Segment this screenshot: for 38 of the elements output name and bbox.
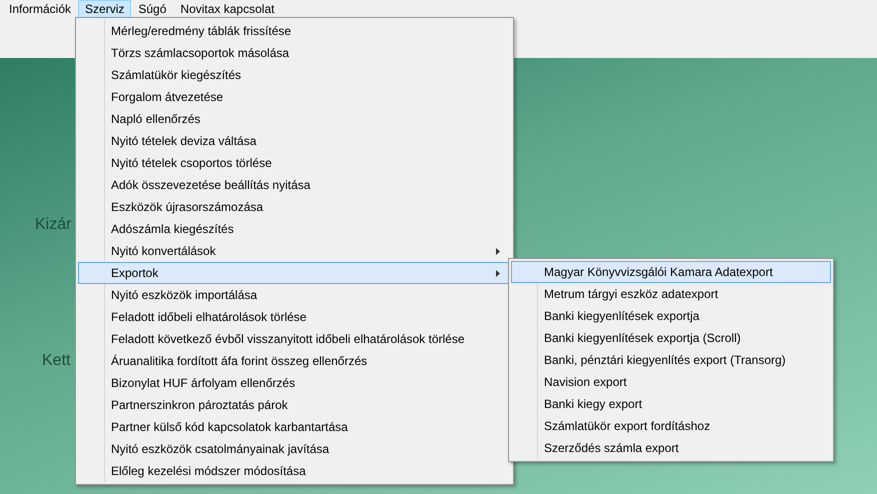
menu-item[interactable]: Nyitó eszközök csatolmányainak javítása <box>78 438 511 460</box>
menu-item[interactable]: Napló ellenőrzés <box>78 108 511 130</box>
menu-item[interactable]: Törzs számlacsoportok másolása <box>78 42 511 64</box>
menu-item[interactable]: Navision export <box>511 371 831 393</box>
menu-item[interactable]: Banki kiegy export <box>511 393 831 415</box>
menu-item[interactable]: Szerződés számla export <box>511 437 831 459</box>
menu-item[interactable]: Számlatükör export fordításhoz <box>511 415 831 437</box>
menu-item[interactable]: Számlatükör kiegészítés <box>78 64 511 86</box>
menu-bar-item[interactable]: Szerviz <box>78 0 132 18</box>
menu-item[interactable]: Áruanalitika fordított áfa forint összeg ellenőrzés <box>78 350 511 372</box>
submenu-arrow-icon <box>496 248 500 255</box>
menu-item[interactable]: Partnerszinkron pároztatás párok <box>78 394 511 416</box>
menu-bar-item[interactable]: Novitax kapcsolat <box>173 0 282 18</box>
menu-item[interactable]: Előleg kezelési módszer módosítása <box>78 460 511 482</box>
menu-bar-item[interactable]: Súgó <box>131 0 174 18</box>
form-label: Kizár <box>35 216 72 234</box>
menu-item[interactable]: Banki, pénztári kiegyenlítés export (Transorg) <box>511 349 831 371</box>
menu-item[interactable]: Banki kiegyenlítések exportja (Scroll) <box>511 327 831 349</box>
menu-item[interactable]: Feladott időbeli elhatárolások törlése <box>78 306 511 328</box>
menu-item[interactable]: Partner külső kód kapcsolatok karbantartása <box>78 416 511 438</box>
menu-item[interactable]: Banki kiegyenlítések exportja <box>511 305 831 327</box>
submenu-arrow-icon <box>496 270 500 277</box>
menu-item[interactable]: Magyar Könyvvizsgálói Kamara Adatexport <box>511 261 831 283</box>
menu-bar-item[interactable]: Információk <box>2 0 78 18</box>
menu-item[interactable]: Eszközök újrasorszámozása <box>78 196 511 218</box>
menu-item[interactable]: Forgalom átvezetése <box>78 86 511 108</box>
menu-item[interactable]: Nyitó eszközök importálása <box>78 284 511 306</box>
menu-item[interactable]: Nyitó konvertálások <box>78 240 511 262</box>
menu-item[interactable]: Feladott következő évből visszanyitott időbeli elhatárolások törlése <box>78 328 511 350</box>
menu-item[interactable]: Nyitó tételek deviza váltása <box>78 130 511 152</box>
menu-item[interactable]: Exportok <box>78 262 511 284</box>
menu-item[interactable]: Nyitó tételek csoportos törlése <box>78 152 511 174</box>
menu-item[interactable]: Adószámla kiegészítés <box>78 218 511 240</box>
menu-item[interactable]: Mérleg/eredmény táblák frissítése <box>78 20 511 42</box>
menu-item[interactable]: Adók összevezetése beállítás nyitása <box>78 174 511 196</box>
menu-item[interactable]: Bizonylat HUF árfolyam ellenőrzés <box>78 372 511 394</box>
menu-item[interactable]: Metrum tárgyi eszköz adatexport <box>511 283 831 305</box>
form-label: Kett <box>42 352 70 370</box>
